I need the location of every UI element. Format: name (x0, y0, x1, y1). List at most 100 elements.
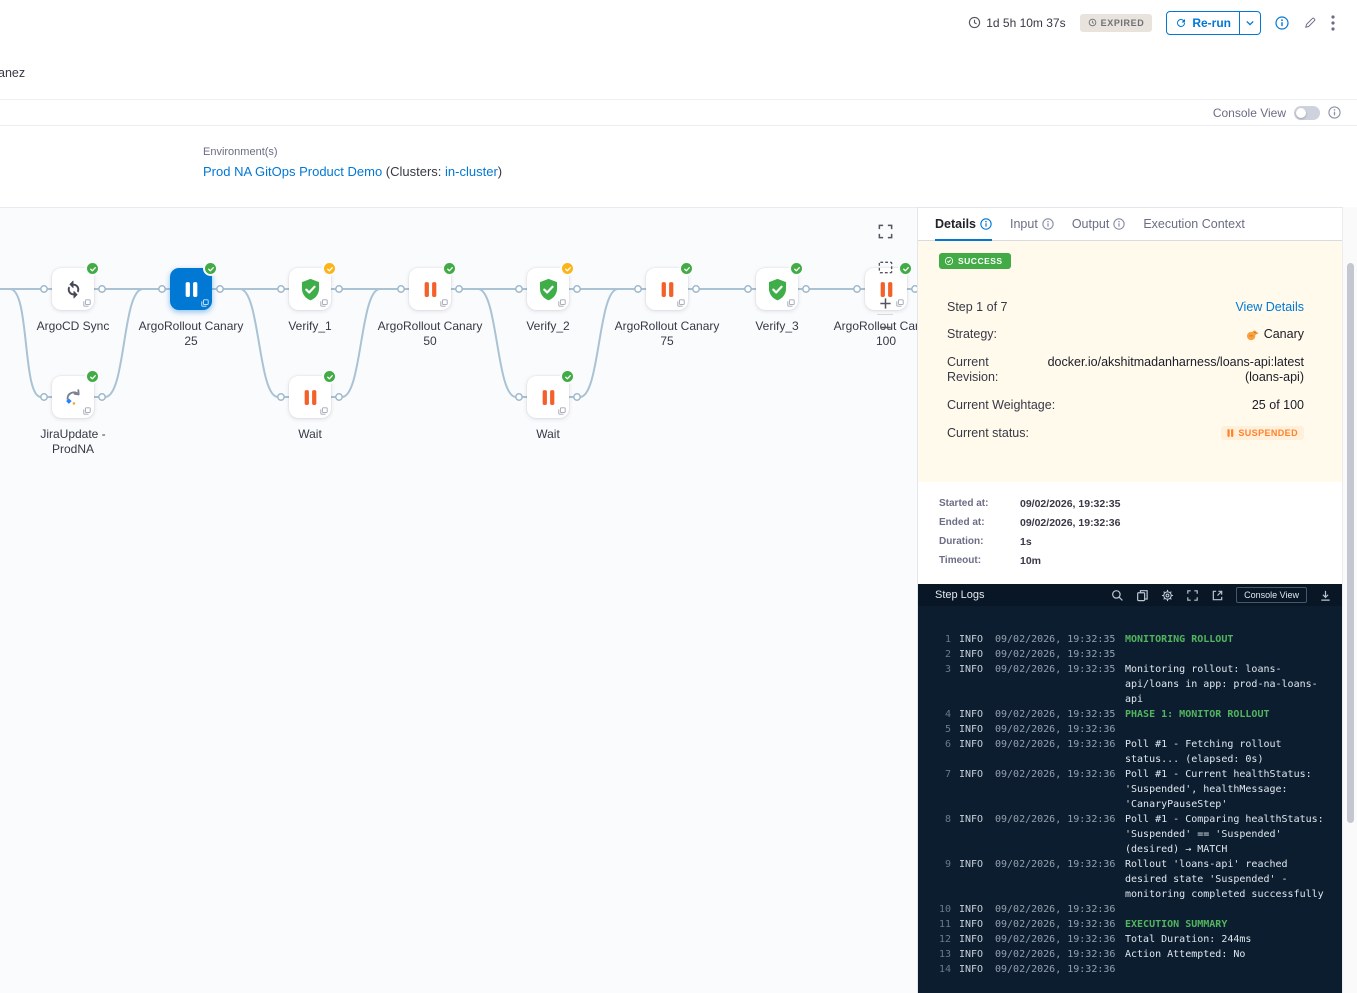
node-label: Verify_3 (722, 319, 832, 334)
node-status-badge (898, 261, 913, 276)
info-icon[interactable] (1275, 16, 1289, 30)
step-logs-header: Step Logs Console View (918, 584, 1342, 606)
clock-icon (968, 16, 981, 29)
toggle-knob (1296, 108, 1306, 118)
rerun-dropdown-caret[interactable] (1239, 12, 1260, 34)
console-view-toggle[interactable] (1294, 106, 1320, 120)
timeout-value: 10m (1020, 555, 1041, 567)
page-scrollbar[interactable] (1342, 207, 1357, 993)
pipeline-node-verify-1[interactable]: Verify_1 (255, 268, 365, 334)
step-logs-title: Step Logs (935, 589, 1099, 601)
log-line: 1INFO09/02/2026, 19:32:35MONITORING ROLL… (935, 632, 1330, 647)
search-icon[interactable] (1111, 589, 1124, 602)
timeout-label: Timeout: (939, 555, 1020, 567)
pipeline-node-argorollout-canary-50[interactable]: ArgoRollout Canary 50 (375, 268, 485, 349)
template-indicator-icon (320, 407, 328, 415)
tab-output[interactable]: Output (1072, 208, 1126, 240)
view-details-link[interactable]: View Details (1235, 300, 1304, 314)
log-lines: 1INFO09/02/2026, 19:32:35MONITORING ROLL… (935, 632, 1330, 977)
cluster-link[interactable]: in-cluster (445, 164, 498, 179)
log-line: 12INFO09/02/2026, 19:32:36Total Duration… (935, 932, 1330, 947)
tab-input[interactable]: Input (1010, 208, 1054, 240)
node-label: ArgoCD Sync (18, 319, 128, 334)
marquee-select-icon[interactable] (874, 256, 896, 278)
pipeline-node-argocd-sync[interactable]: ArgoCD Sync (18, 268, 128, 334)
revision-row: Current Revision: docker.io/akshitmadanh… (947, 355, 1304, 385)
node-status-badge (789, 261, 804, 276)
started-at-value: 09/02/2026, 19:32:35 (1020, 498, 1120, 510)
open-in-new-icon[interactable] (1211, 589, 1224, 602)
node-icon (422, 281, 439, 298)
strategy-label: Strategy: (947, 327, 997, 341)
fullscreen-icon[interactable] (874, 220, 896, 242)
fullscreen-icon[interactable] (1186, 589, 1199, 602)
pipeline-node-argorollout-canary-75[interactable]: ArgoRollout Canary 75 (612, 268, 722, 349)
started-at-row: Started at:09/02/2026, 19:32:35 (939, 498, 1342, 510)
weightage-label: Current Weightage: (947, 398, 1055, 412)
tab-execution-context[interactable]: Execution Context (1143, 208, 1244, 240)
breadcrumb[interactable]: anez (0, 66, 25, 80)
step-counter-row: Step 1 of 7 View Details (947, 300, 1304, 314)
console-view-label: Console View (1213, 106, 1286, 120)
environment-link[interactable]: Prod NA GitOps Product Demo (203, 164, 382, 179)
info-icon[interactable] (980, 218, 992, 230)
rerun-button[interactable]: Re-run (1166, 11, 1261, 35)
clusters-suffix: ) (498, 164, 502, 179)
status-badge: SUCCESS (939, 253, 1011, 269)
tab-details[interactable]: Details (935, 208, 992, 240)
zoom-in-icon[interactable] (874, 292, 896, 314)
settings-gear-icon[interactable] (1161, 589, 1174, 602)
expired-label: EXPIRED (1101, 18, 1145, 28)
node-label: Wait (493, 427, 603, 442)
info-icon[interactable] (1113, 218, 1125, 230)
clusters-prefix: (Clusters: (382, 164, 445, 179)
pipeline-node-verify-3[interactable]: Verify_3 (722, 268, 832, 334)
current-status-label: Current status: (947, 426, 1029, 440)
log-line: 9INFO09/02/2026, 19:32:36Rollout 'loans-… (935, 857, 1330, 902)
copy-icon[interactable] (1136, 589, 1149, 602)
more-options-icon[interactable] (1331, 15, 1335, 31)
template-indicator-icon (677, 299, 685, 307)
log-line: 6INFO09/02/2026, 19:32:36Poll #1 - Fetch… (935, 737, 1330, 767)
duration-row: Duration:1s (939, 536, 1342, 548)
pipeline-node-jiraupdate-prodna[interactable]: JiraUpdate - ProdNA (18, 376, 128, 457)
log-line: 2INFO09/02/2026, 19:32:35 (935, 647, 1330, 662)
breadcrumb-row: anez (0, 45, 1357, 99)
edit-pencil-icon[interactable] (1303, 16, 1317, 30)
log-line: 5INFO09/02/2026, 19:32:36 (935, 722, 1330, 737)
info-icon[interactable] (1042, 218, 1054, 230)
strategy-value: Canary (1264, 327, 1304, 342)
harness-execution-page: 1d 5h 10m 37s EXPIRED Re-run (0, 0, 1357, 993)
template-indicator-icon (83, 299, 91, 307)
node-status-badge (679, 261, 694, 276)
node-status-badge (560, 261, 575, 276)
node-icon (62, 386, 84, 408)
download-icon[interactable] (1319, 589, 1332, 602)
console-view-button[interactable]: Console View (1236, 587, 1307, 603)
duration-value: 1s (1020, 536, 1032, 548)
scrollbar-thumb[interactable] (1347, 263, 1354, 823)
node-status-badge (560, 369, 575, 384)
pipeline-node-argorollout-canary-25[interactable]: ArgoRollout Canary 25 (136, 268, 246, 349)
expired-badge: EXPIRED (1080, 14, 1153, 32)
step-logs-console[interactable]: 1INFO09/02/2026, 19:32:35MONITORING ROLL… (918, 606, 1342, 993)
node-icon (765, 277, 790, 302)
panel-tabs: Details Input Output Execution Context (918, 208, 1342, 241)
node-icon (62, 278, 85, 301)
status-badge-label: SUCCESS (958, 256, 1003, 266)
node-label: Verify_2 (493, 319, 603, 334)
pipeline-node-verify-2[interactable]: Verify_2 (493, 268, 603, 334)
environments-label: Environment(s) (203, 146, 278, 158)
strategy-row: Strategy: Canary (947, 327, 1304, 342)
started-at-label: Started at: (939, 498, 1020, 510)
console-view-info-icon[interactable] (1328, 106, 1341, 119)
zoom-out-icon[interactable] (874, 316, 896, 338)
pipeline-node-wait-1[interactable]: Wait (255, 376, 365, 442)
tab-output-label: Output (1072, 217, 1110, 231)
node-icon (540, 389, 557, 406)
suspended-badge: SUSPENDED (1221, 426, 1304, 440)
ended-at-value: 09/02/2026, 19:32:36 (1020, 517, 1120, 529)
log-line: 7INFO09/02/2026, 19:32:36Poll #1 - Curre… (935, 767, 1330, 812)
rerun-label: Re-run (1192, 16, 1231, 30)
pipeline-node-wait-2[interactable]: Wait (493, 376, 603, 442)
